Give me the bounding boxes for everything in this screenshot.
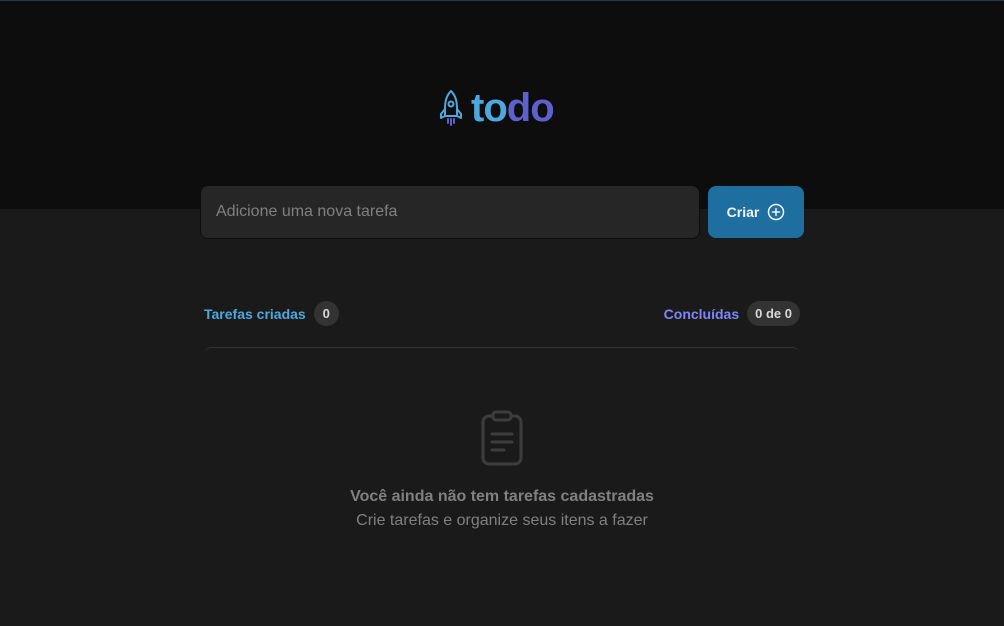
created-counter: Tarefas criadas 0 [204,301,339,326]
create-button-label: Criar [726,204,760,220]
done-count-badge: 0 de 0 [747,301,800,326]
new-task-form: Criar [200,185,804,239]
app-page: todo Criar Tarefas criadas 0 Concluídas … [0,0,1004,626]
task-list: Você ainda não tem tarefas cadastradas C… [204,347,800,591]
rocket-icon [437,87,465,129]
logo-text-to: to [471,86,508,130]
logo-text: todo [471,86,555,130]
create-button[interactable]: Criar [708,186,804,238]
logo: todo [437,86,555,130]
done-counter-label: Concluídas [663,305,740,322]
new-task-input[interactable] [200,185,700,239]
created-counter-label: Tarefas criadas [204,305,306,322]
header: todo [0,0,1004,209]
task-counters: Tarefas criadas 0 Concluídas 0 de 0 [204,301,800,326]
empty-state: Você ainda não tem tarefas cadastradas C… [204,410,800,532]
created-count-badge: 0 [313,301,339,326]
empty-state-title: Você ainda não tem tarefas cadastradas [350,488,654,505]
done-counter: Concluídas 0 de 0 [664,301,800,326]
plus-circle-icon [767,203,785,221]
logo-text-do: do [506,86,555,130]
empty-state-subtitle: Crie tarefas e organize seus itens a faz… [356,512,648,529]
clipboard-icon [474,410,530,466]
